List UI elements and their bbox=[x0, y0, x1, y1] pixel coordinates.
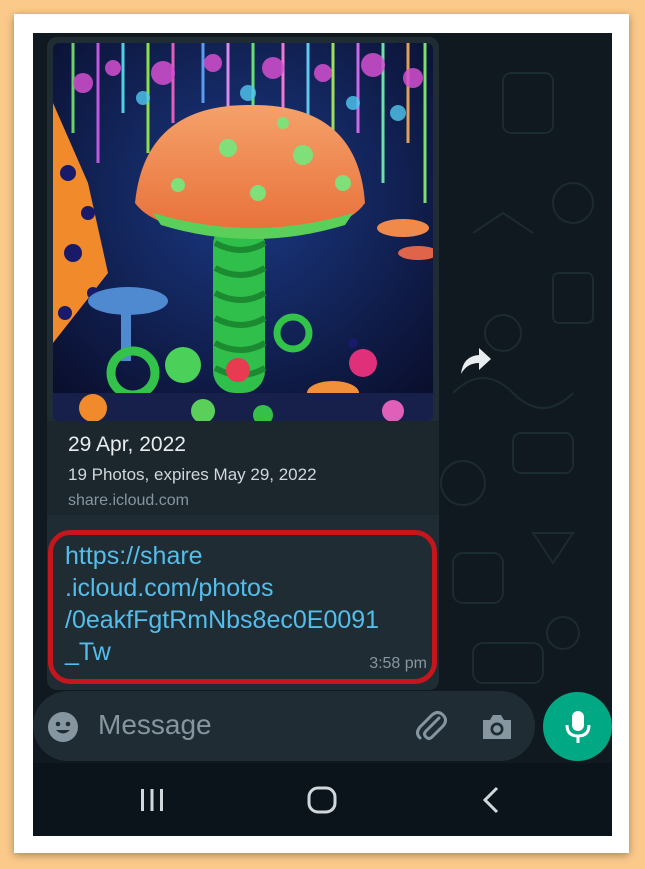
back-button[interactable] bbox=[479, 785, 503, 815]
voice-message-button[interactable] bbox=[543, 692, 612, 761]
phone-screen: 29 Apr, 2022 19 Photos, expires May 29, … bbox=[33, 33, 612, 836]
link-preview-title: 29 Apr, 2022 bbox=[68, 433, 186, 456]
chat-background: 29 Apr, 2022 19 Photos, expires May 29, … bbox=[33, 33, 612, 763]
recents-icon bbox=[141, 789, 163, 811]
link-preview[interactable]: 29 Apr, 2022 19 Photos, expires May 29, … bbox=[47, 421, 439, 515]
emoji-button[interactable] bbox=[47, 711, 79, 743]
message-composer: Message bbox=[33, 691, 535, 761]
recents-button[interactable] bbox=[137, 785, 167, 815]
link-preview-description: 19 Photos, expires May 29, 2022 bbox=[68, 465, 317, 484]
link-preview-domain: share.icloud.com bbox=[68, 492, 189, 509]
system-navigation-bar bbox=[33, 763, 612, 836]
home-icon bbox=[307, 786, 337, 814]
attach-button[interactable] bbox=[413, 709, 449, 745]
camera-button[interactable] bbox=[480, 711, 514, 743]
red-highlight-outline bbox=[48, 530, 437, 684]
paperclip-icon bbox=[416, 711, 447, 740]
mushroom-photo-image bbox=[53, 43, 433, 421]
message-input[interactable]: Message bbox=[98, 709, 212, 741]
microphone-icon bbox=[565, 710, 590, 743]
shared-photo[interactable] bbox=[53, 43, 433, 421]
home-button[interactable] bbox=[305, 785, 339, 815]
back-icon bbox=[482, 786, 499, 814]
forward-button[interactable] bbox=[454, 339, 498, 383]
forward-icon bbox=[461, 348, 491, 374]
camera-icon bbox=[483, 715, 511, 739]
emoji-icon bbox=[48, 712, 78, 742]
